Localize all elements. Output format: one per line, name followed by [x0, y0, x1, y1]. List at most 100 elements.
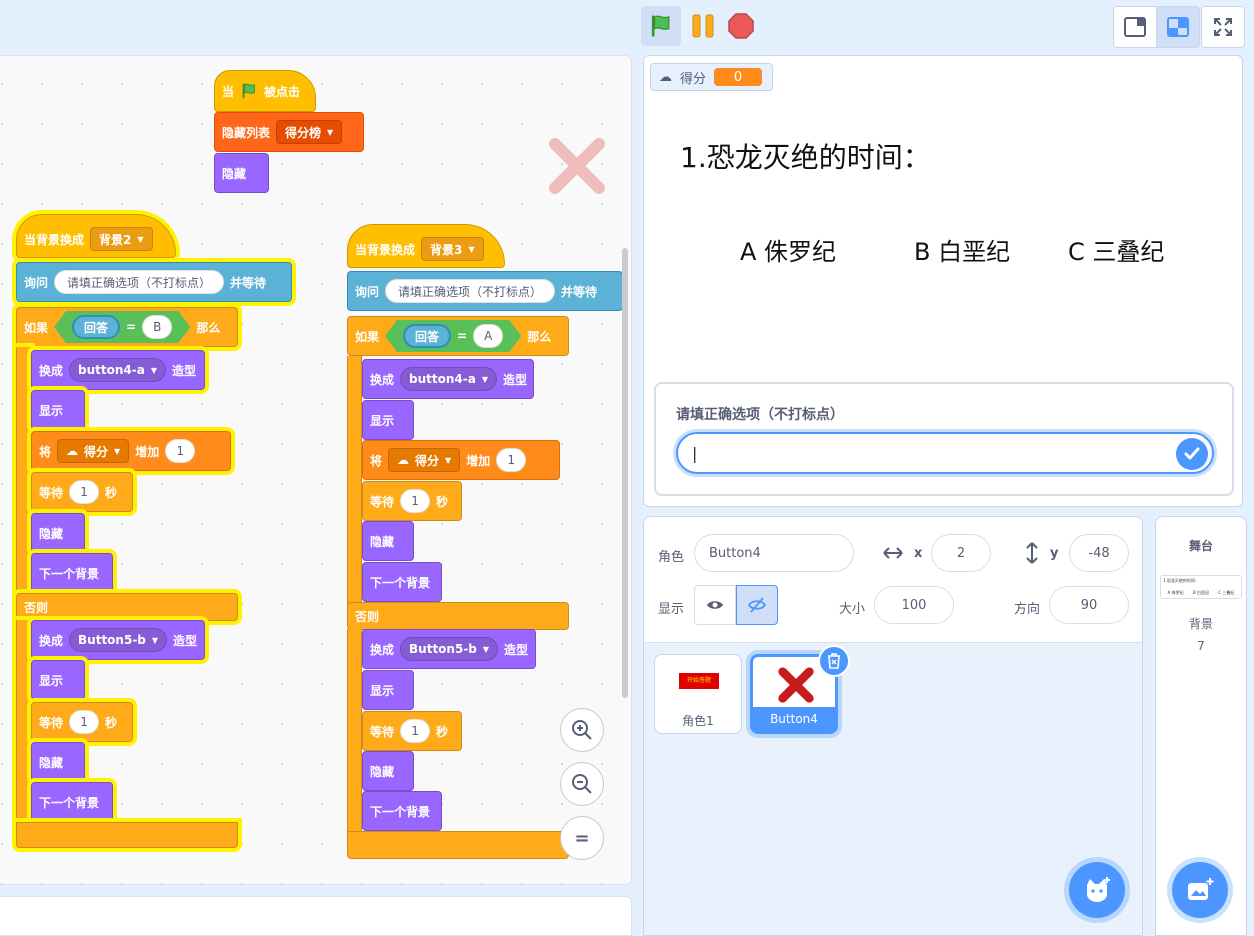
change-variable-block[interactable]: 将 ☁ 得分 ▼ 增加 1	[362, 440, 560, 480]
switch-costume-block[interactable]: 换成 Button5-b ▼ 造型	[31, 620, 205, 660]
equals-operator[interactable]: 回答 = A	[385, 320, 521, 352]
wait-seconds-input[interactable]: 1	[400, 489, 431, 513]
show-block[interactable]: 显示	[31, 660, 85, 700]
backdrop-dropdown[interactable]: 背景2 ▼	[90, 227, 153, 251]
sprite-tile-name: Button4	[753, 707, 835, 731]
ask-question-input[interactable]: 请填正确选项（不打标点）	[54, 270, 225, 294]
zoom-in-button[interactable]	[560, 708, 604, 752]
list-dropdown[interactable]: 得分榜 ▼	[276, 120, 343, 144]
sprite-name-input[interactable]: Button4	[694, 534, 854, 572]
hide-sprite-button[interactable]	[736, 585, 778, 625]
answer-reporter[interactable]: 回答	[72, 315, 120, 339]
show-sprite-button[interactable]	[694, 585, 736, 625]
equals-operator[interactable]: 回答 = B	[54, 311, 190, 343]
stage[interactable]: ☁ 得分 0 1.恐龙灭绝的时间： A 侏罗纪 B 白垩纪 C 三叠纪 请填正确…	[643, 55, 1243, 507]
choose-sprite-button[interactable]	[1069, 862, 1125, 918]
hide-block[interactable]: 隐藏	[362, 751, 414, 791]
hide-block[interactable]: 隐藏	[31, 513, 85, 553]
costume-dropdown[interactable]: Button5-b ▼	[69, 628, 168, 652]
dropdown-value: 得分	[415, 453, 440, 468]
pause-button[interactable]	[688, 6, 718, 46]
dropdown-value: button4-a	[409, 372, 476, 386]
switch-costume-block[interactable]: 换成 button4-a ▼ 造型	[31, 350, 205, 390]
stage-selector[interactable]: 舞台 1.恐龙灭绝的时间： A 侏罗纪 B 白垩纪 C 三叠纪 背景 7	[1155, 516, 1247, 936]
answer-input[interactable]: |	[676, 432, 1214, 474]
variable-dropdown[interactable]: ☁ 得分 ▼	[388, 448, 461, 472]
block-text: 造型	[172, 363, 197, 378]
wait-block[interactable]: 等待 1 秒	[31, 472, 133, 512]
dropdown-caret-icon: ▼	[445, 455, 452, 465]
when-flag-clicked-block[interactable]: 当 被点击	[214, 70, 316, 112]
show-block[interactable]: 显示	[362, 670, 414, 710]
costume-dropdown[interactable]: button4-a ▼	[400, 367, 497, 391]
wait-seconds-input[interactable]: 1	[69, 710, 100, 734]
sprite-pane: 角色 Button4 x 2 y -48 显示 大小 100 方向 90 开始答…	[643, 516, 1143, 936]
when-backdrop-switches-block[interactable]: 当背景换成 背景2 ▼	[16, 214, 176, 258]
hide-block[interactable]: 隐藏	[31, 742, 85, 782]
dropdown-value: button4-a	[78, 363, 145, 377]
cloud-icon: ☁	[659, 69, 672, 85]
wait-seconds-input[interactable]: 1	[400, 719, 431, 743]
submit-answer-button[interactable]	[1176, 438, 1208, 470]
block-text: 下一个背景	[370, 804, 431, 819]
change-value-input[interactable]: 1	[165, 439, 196, 463]
answer-reporter[interactable]: 回答	[403, 324, 451, 348]
hide-block[interactable]: 隐藏	[214, 153, 269, 193]
direction-input[interactable]: 90	[1049, 586, 1129, 624]
sprite-tile[interactable]: 开始答题 角色1	[654, 654, 742, 734]
change-value-input[interactable]: 1	[496, 448, 527, 472]
ask-and-wait-block[interactable]: 询问 请填正确选项（不打标点） 并等待	[16, 262, 292, 302]
next-backdrop-block[interactable]: 下一个背景	[31, 782, 113, 822]
green-flag-button[interactable]	[641, 6, 681, 46]
wait-block[interactable]: 等待 1 秒	[362, 481, 462, 521]
backpack-strip[interactable]	[0, 896, 632, 936]
eye-slash-icon	[747, 597, 767, 613]
block-text: 那么	[196, 320, 221, 335]
stop-button[interactable]	[726, 6, 756, 46]
small-stage-button[interactable]	[1113, 6, 1157, 48]
variable-monitor[interactable]: ☁ 得分 0	[650, 63, 774, 91]
code-area[interactable]: 当 被点击 隐藏列表 得分榜 ▼ 隐藏 当背景换成 背景2 ▼ 询问 请填正确选项（…	[0, 55, 632, 885]
hide-block[interactable]: 隐藏	[362, 521, 414, 561]
size-input[interactable]: 100	[874, 586, 954, 624]
compare-input[interactable]: A	[473, 324, 503, 348]
wait-block[interactable]: 等待 1 秒	[362, 711, 462, 751]
option-c: C 三叠纪	[1068, 238, 1165, 266]
next-backdrop-block[interactable]: 下一个背景	[362, 791, 442, 831]
variable-dropdown[interactable]: ☁ 得分 ▼	[57, 439, 130, 463]
next-backdrop-block[interactable]: 下一个背景	[362, 562, 442, 602]
switch-costume-block[interactable]: 换成 button4-a ▼ 造型	[362, 359, 534, 399]
dropdown-value: Button5-b	[409, 642, 477, 656]
zoom-out-button[interactable]	[560, 762, 604, 806]
if-else-block[interactable]: 如果 回答 = A 那么	[347, 316, 569, 356]
hide-list-block[interactable]: 隐藏列表 得分榜 ▼	[214, 112, 364, 152]
block-text: 换成	[370, 642, 395, 657]
change-variable-block[interactable]: 将 ☁ 得分 ▼ 增加 1	[31, 431, 231, 471]
fullscreen-button[interactable]	[1201, 6, 1245, 48]
compare-input[interactable]: B	[142, 315, 172, 339]
wait-seconds-input[interactable]: 1	[69, 480, 100, 504]
delete-sprite-button[interactable]	[818, 645, 850, 677]
backdrop-dropdown[interactable]: 背景3 ▼	[421, 237, 484, 261]
costume-dropdown[interactable]: Button5-b ▼	[400, 637, 499, 661]
if-else-block[interactable]: 如果 回答 = B 那么	[16, 307, 238, 347]
wait-block[interactable]: 等待 1 秒	[31, 702, 133, 742]
zoom-reset-button[interactable]: =	[560, 816, 604, 860]
x-input[interactable]: 2	[931, 534, 991, 572]
ask-and-wait-block[interactable]: 询问 请填正确选项（不打标点） 并等待	[347, 271, 623, 311]
next-backdrop-block[interactable]: 下一个背景	[31, 553, 113, 593]
normal-stage-button[interactable]	[1156, 6, 1200, 48]
vertical-scrollbar[interactable]	[622, 248, 628, 698]
block-text: 询问	[24, 275, 49, 290]
block-text: 换成	[370, 372, 395, 387]
when-backdrop-switches-block[interactable]: 当背景换成 背景3 ▼	[347, 224, 505, 268]
y-input[interactable]: -48	[1069, 534, 1129, 572]
ask-question-input[interactable]: 请填正确选项（不打标点）	[385, 279, 556, 303]
choose-backdrop-button[interactable]	[1172, 862, 1228, 918]
show-block[interactable]: 显示	[362, 400, 414, 440]
dropdown-value: Button5-b	[78, 633, 146, 647]
switch-costume-block[interactable]: 换成 Button5-b ▼ 造型	[362, 629, 536, 669]
block-text: 并等待	[230, 275, 267, 290]
show-block[interactable]: 显示	[31, 390, 85, 430]
costume-dropdown[interactable]: button4-a ▼	[69, 358, 166, 382]
